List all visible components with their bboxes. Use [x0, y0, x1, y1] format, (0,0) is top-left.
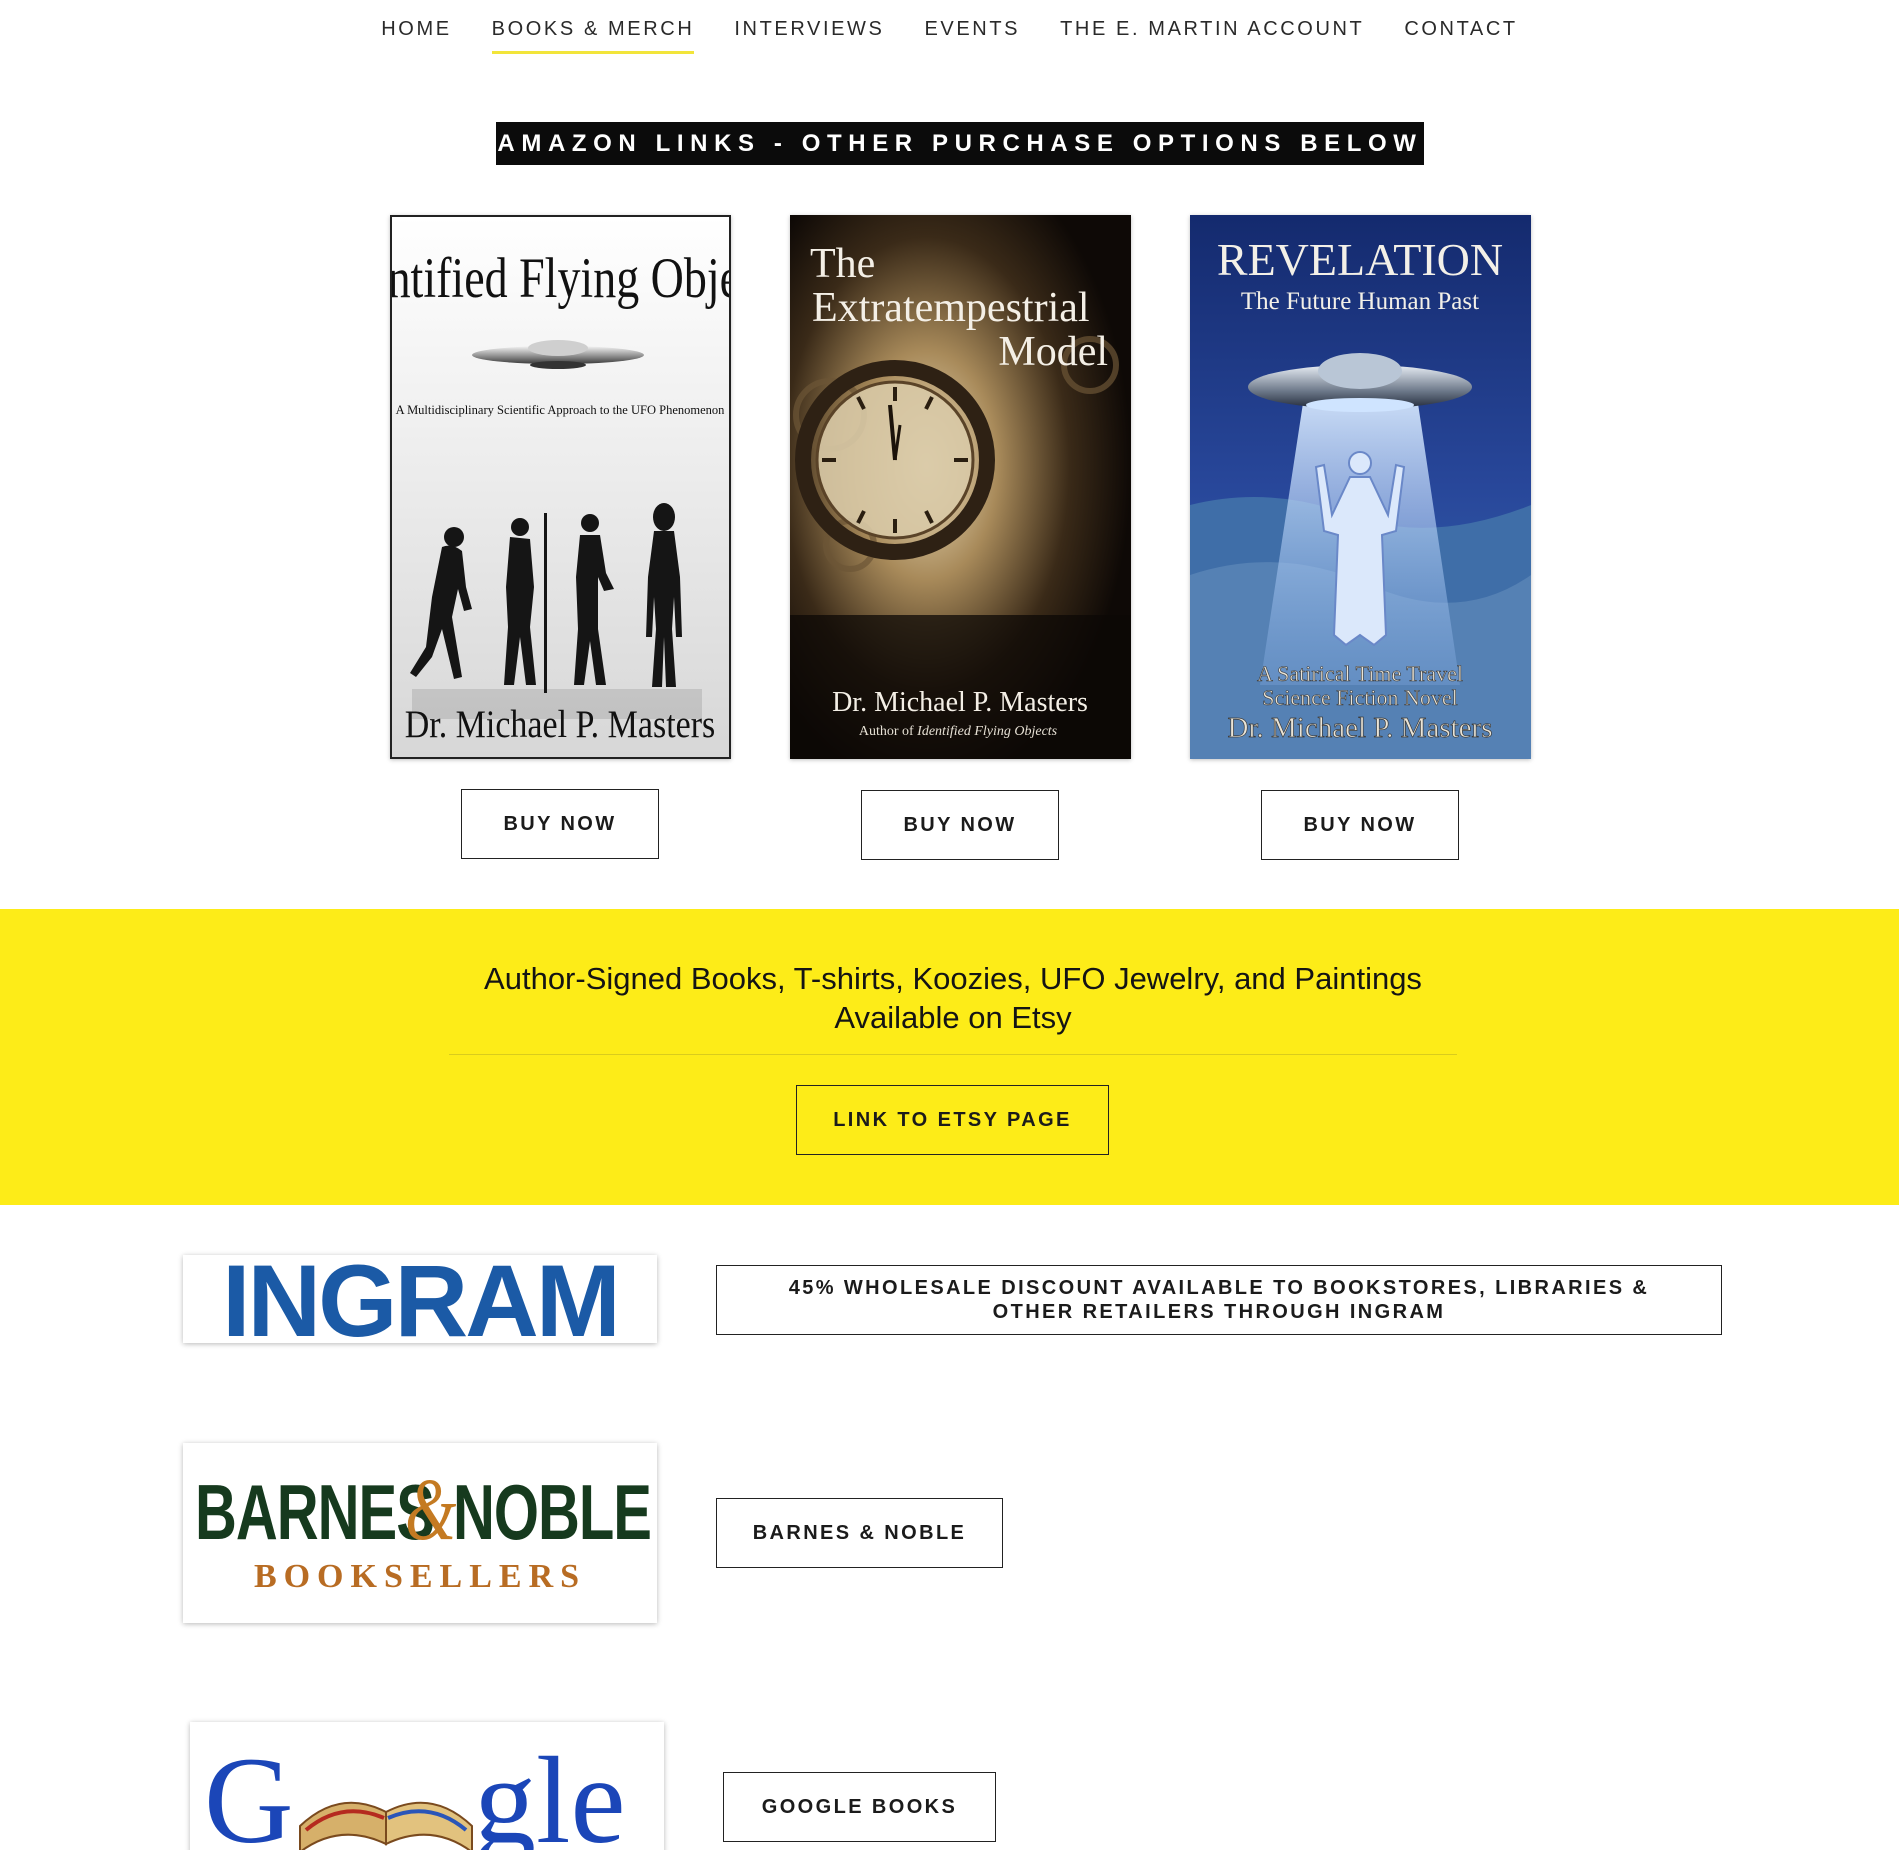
cover-title-line3: Model — [998, 329, 1108, 375]
bn-logo-amp: & — [405, 1459, 456, 1558]
book-cover-art-etm: The Extratempestrial Model Dr. Michael P… — [790, 215, 1131, 759]
nav-e-martin-account[interactable]: THE E. MARTIN ACCOUNT — [1060, 18, 1364, 54]
nav-contact[interactable]: CONTACT — [1404, 18, 1517, 54]
cover-subtitle: The Future Human Past — [1241, 288, 1479, 315]
cover-tagline-1: A Satirical Time Travel — [1257, 661, 1463, 686]
book-cover-art-revelation: REVELATION The Future Human Past A Satir… — [1190, 215, 1531, 759]
buy-now-button-revelation[interactable]: BUY NOW — [1261, 790, 1459, 860]
bn-logo-booksellers: BOOKSELLERS — [254, 1558, 586, 1595]
main-nav: HOME BOOKS & MERCH INTERVIEWS EVENTS THE… — [0, 18, 1899, 54]
ingram-wholesale-button[interactable]: 45% WHOLESALE DISCOUNT AVAILABLE TO BOOK… — [716, 1265, 1722, 1335]
google-books-logo: G gle — [190, 1722, 664, 1850]
buy-now-button-ifo[interactable]: BUY NOW — [461, 789, 659, 859]
nav-books-merch[interactable]: BOOKS & MERCH — [491, 18, 695, 54]
nav-interviews[interactable]: INTERVIEWS — [734, 18, 884, 54]
book-cover-extratempestrial-model[interactable]: The Extratempestrial Model Dr. Michael P… — [790, 215, 1131, 759]
google-books-button[interactable]: GOOGLE BOOKS — [723, 1772, 996, 1842]
link-to-etsy-button[interactable]: LINK TO ETSY PAGE — [796, 1085, 1109, 1155]
barnes-noble-button[interactable]: BARNES & NOBLE — [716, 1498, 1003, 1568]
amazon-links-banner: AMAZON LINKS - OTHER PURCHASE OPTIONS BE… — [496, 122, 1424, 165]
nav-home[interactable]: HOME — [381, 18, 451, 54]
book-cover-revelation[interactable]: REVELATION The Future Human Past A Satir… — [1190, 215, 1531, 759]
cover-tagline-2: Science Fiction Novel — [1262, 685, 1458, 710]
google-logo-g: G — [204, 1732, 294, 1850]
cover-title-line2: Extratempestrial — [812, 285, 1090, 331]
book-cover-identified-flying-objects[interactable]: Identified Flying Objects A Multidiscipl… — [390, 215, 731, 759]
bn-logo-barnes: BARNES — [195, 1469, 434, 1557]
cover-title-line1: The — [810, 241, 875, 287]
cover-title: Identified Flying Objects — [392, 247, 729, 310]
cover-author: Dr. Michael P. Masters — [1228, 712, 1493, 744]
book-cover-art-ifo: Identified Flying Objects A Multidiscipl… — [392, 217, 729, 757]
cover-author: Dr. Michael P. Masters — [832, 687, 1088, 718]
etsy-heading: Author-Signed Books, T-shirts, Koozies, … — [484, 961, 1422, 1035]
ingram-logo-text: INGRAM — [222, 1255, 618, 1343]
cover-subtitle: A Multidisciplinary Scientific Approach … — [396, 403, 726, 417]
barnes-noble-logo: BARNES & NOBLE BOOKSELLERS — [183, 1443, 657, 1623]
ingram-logo: INGRAM — [183, 1255, 657, 1343]
google-logo-gle: gle — [474, 1732, 626, 1850]
cover-title: REVELATION — [1217, 234, 1503, 285]
cover-author-note: Author of Identified Flying Objects — [859, 724, 1058, 739]
etsy-divider — [449, 1054, 1457, 1055]
bn-logo-noble: NOBLE — [453, 1469, 651, 1557]
buy-now-button-etm[interactable]: BUY NOW — [861, 790, 1059, 860]
etsy-section: Author-Signed Books, T-shirts, Koozies, … — [0, 909, 1899, 1205]
nav-events[interactable]: EVENTS — [924, 18, 1020, 54]
cover-author: Dr. Michael P. Masters — [405, 702, 716, 746]
open-book-icon — [299, 1801, 473, 1850]
